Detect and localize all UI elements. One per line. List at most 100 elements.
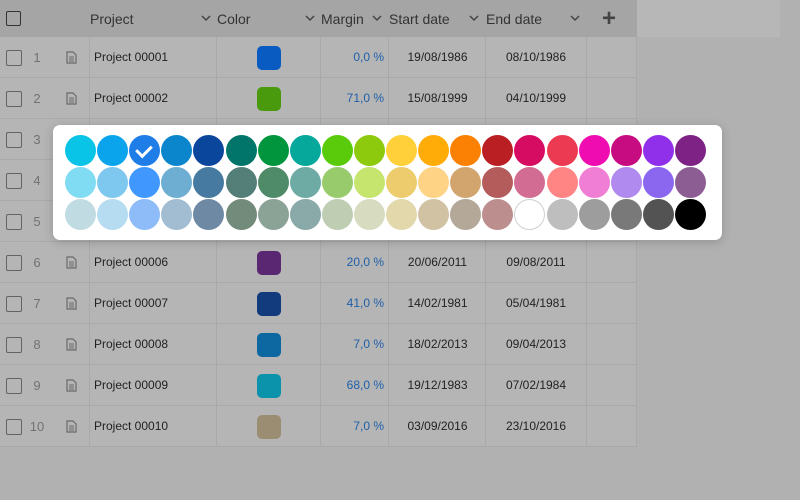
margin-cell[interactable]: 7,0 % bbox=[324, 337, 384, 351]
row-checkbox[interactable] bbox=[6, 91, 22, 107]
start-date-cell[interactable]: 18/02/2013 bbox=[389, 337, 486, 351]
palette-color[interactable] bbox=[353, 199, 385, 230]
margin-cell[interactable]: 0,0 % bbox=[324, 50, 384, 64]
color-swatch[interactable] bbox=[257, 46, 281, 70]
palette-color[interactable] bbox=[97, 199, 129, 230]
project-name-cell[interactable]: Project 00001 bbox=[94, 50, 168, 64]
palette-color[interactable] bbox=[386, 199, 417, 230]
color-swatch[interactable] bbox=[257, 87, 281, 111]
row-checkbox[interactable] bbox=[6, 296, 22, 312]
palette-color[interactable] bbox=[418, 199, 450, 230]
palette-color[interactable] bbox=[578, 199, 610, 230]
row-checkbox[interactable] bbox=[6, 378, 22, 394]
palette-color[interactable] bbox=[289, 167, 321, 198]
palette-color[interactable] bbox=[129, 167, 161, 198]
column-header-color[interactable]: Color bbox=[217, 0, 250, 37]
palette-color[interactable] bbox=[225, 167, 257, 198]
document-icon[interactable] bbox=[66, 92, 77, 105]
table-row[interactable]: 10 Project 00010 7,0 % 03/09/2016 23/10/2016 bbox=[0, 406, 637, 447]
palette-color[interactable] bbox=[161, 199, 193, 230]
palette-color[interactable] bbox=[97, 167, 129, 198]
chevron-down-icon[interactable] bbox=[570, 13, 580, 23]
palette-color[interactable] bbox=[546, 167, 578, 198]
project-name-cell[interactable]: Project 00010 bbox=[94, 419, 168, 433]
palette-color[interactable] bbox=[482, 167, 514, 198]
color-swatch[interactable] bbox=[257, 374, 281, 398]
palette-color[interactable] bbox=[97, 135, 129, 166]
document-icon[interactable] bbox=[66, 256, 77, 269]
start-date-cell[interactable]: 14/02/1981 bbox=[389, 296, 486, 310]
end-date-cell[interactable]: 07/02/1984 bbox=[486, 378, 586, 392]
palette-color[interactable] bbox=[161, 167, 193, 198]
project-name-cell[interactable]: Project 00002 bbox=[94, 91, 168, 105]
palette-color[interactable] bbox=[546, 199, 578, 230]
margin-cell[interactable]: 41,0 % bbox=[324, 296, 384, 310]
palette-color[interactable] bbox=[514, 135, 546, 166]
table-row[interactable]: 8 Project 00008 7,0 % 18/02/2013 09/04/2013 bbox=[0, 324, 637, 365]
document-icon[interactable] bbox=[66, 420, 77, 433]
palette-color[interactable] bbox=[225, 199, 257, 230]
chevron-down-icon[interactable] bbox=[469, 13, 479, 23]
color-swatch[interactable] bbox=[257, 333, 281, 357]
margin-cell[interactable]: 68,0 % bbox=[324, 378, 384, 392]
table-row[interactable]: 1 Project 00001 0,0 % 19/08/1986 08/10/1986 bbox=[0, 37, 637, 78]
palette-color[interactable] bbox=[193, 135, 225, 166]
column-header-project[interactable]: Project bbox=[90, 0, 134, 37]
start-date-cell[interactable]: 19/08/1986 bbox=[389, 50, 486, 64]
column-header-end-date[interactable]: End date bbox=[486, 0, 542, 37]
project-name-cell[interactable]: Project 00006 bbox=[94, 255, 168, 269]
palette-color[interactable] bbox=[161, 135, 193, 166]
chevron-down-icon[interactable] bbox=[201, 13, 211, 23]
palette-color[interactable] bbox=[514, 167, 546, 198]
row-checkbox[interactable] bbox=[6, 132, 22, 148]
add-column-button[interactable]: + bbox=[602, 0, 616, 37]
palette-color[interactable] bbox=[225, 135, 257, 166]
palette-color[interactable] bbox=[289, 199, 321, 230]
palette-color[interactable] bbox=[610, 199, 642, 230]
palette-color[interactable] bbox=[610, 135, 642, 166]
palette-color[interactable] bbox=[257, 199, 289, 230]
palette-color[interactable] bbox=[450, 135, 482, 166]
end-date-cell[interactable]: 23/10/2016 bbox=[486, 419, 586, 433]
select-all-checkbox[interactable] bbox=[6, 11, 21, 26]
start-date-cell[interactable]: 19/12/1983 bbox=[389, 378, 486, 392]
palette-color[interactable] bbox=[610, 167, 642, 198]
palette-color[interactable] bbox=[353, 135, 385, 166]
table-row[interactable]: 6 Project 00006 20,0 % 20/06/2011 09/08/2011 bbox=[0, 242, 637, 283]
palette-color[interactable] bbox=[386, 167, 417, 198]
palette-color[interactable] bbox=[193, 167, 225, 198]
end-date-cell[interactable]: 04/10/1999 bbox=[486, 91, 586, 105]
palette-color[interactable] bbox=[642, 199, 674, 230]
palette-color[interactable] bbox=[578, 167, 610, 198]
margin-cell[interactable]: 7,0 % bbox=[324, 419, 384, 433]
palette-color[interactable] bbox=[514, 199, 546, 230]
palette-color[interactable] bbox=[257, 135, 289, 166]
palette-color[interactable] bbox=[642, 167, 674, 198]
start-date-cell[interactable]: 03/09/2016 bbox=[389, 419, 486, 433]
palette-color[interactable] bbox=[65, 167, 96, 198]
column-header-start-date[interactable]: Start date bbox=[389, 0, 450, 37]
row-checkbox[interactable] bbox=[6, 214, 22, 230]
chevron-down-icon[interactable] bbox=[305, 13, 315, 23]
palette-color[interactable] bbox=[65, 135, 96, 166]
column-header-margin[interactable]: Margin bbox=[321, 0, 364, 37]
palette-color[interactable] bbox=[674, 135, 706, 166]
end-date-cell[interactable]: 05/04/1981 bbox=[486, 296, 586, 310]
row-checkbox[interactable] bbox=[6, 337, 22, 353]
palette-color[interactable] bbox=[674, 167, 706, 198]
palette-color[interactable] bbox=[289, 135, 321, 166]
document-icon[interactable] bbox=[66, 51, 77, 64]
end-date-cell[interactable]: 09/08/2011 bbox=[486, 255, 586, 269]
row-checkbox[interactable] bbox=[6, 50, 22, 66]
document-icon[interactable] bbox=[66, 379, 77, 392]
palette-color[interactable] bbox=[450, 199, 482, 230]
color-swatch[interactable] bbox=[257, 415, 281, 439]
color-swatch[interactable] bbox=[257, 251, 281, 275]
table-row[interactable]: 7 Project 00007 41,0 % 14/02/1981 05/04/1981 bbox=[0, 283, 637, 324]
palette-color[interactable] bbox=[321, 167, 353, 198]
start-date-cell[interactable]: 20/06/2011 bbox=[389, 255, 486, 269]
row-checkbox[interactable] bbox=[6, 419, 22, 435]
palette-color[interactable] bbox=[482, 135, 514, 166]
color-swatch[interactable] bbox=[257, 292, 281, 316]
palette-color[interactable] bbox=[193, 199, 225, 230]
